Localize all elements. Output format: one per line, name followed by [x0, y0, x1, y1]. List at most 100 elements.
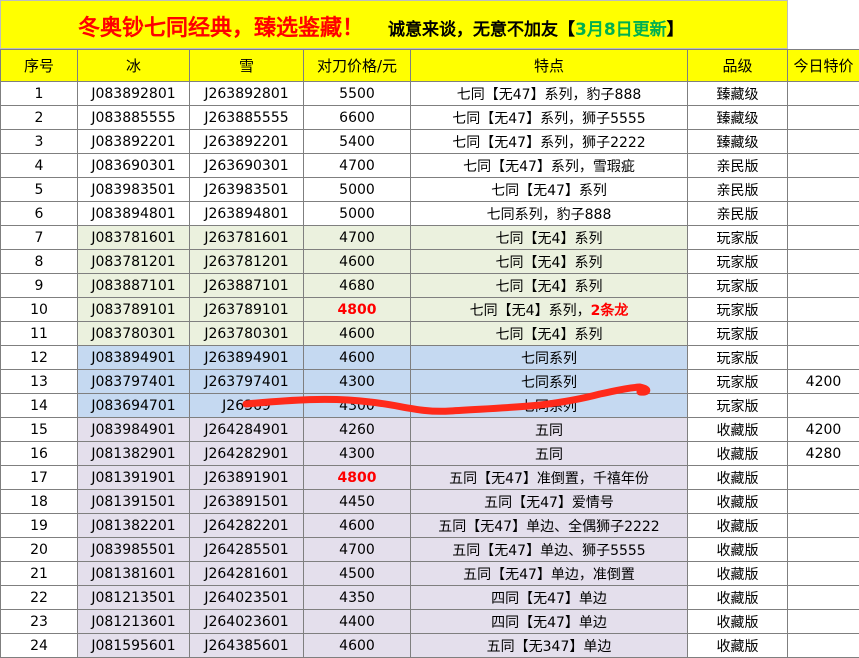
table-row: 11J083780301J2637803014600七同【无4】系列玩家版 [1, 322, 859, 346]
table-row: 3J083892201J2638922015400七同【无47】系列，狮子222… [1, 130, 859, 154]
feature-text: 七同系列 [521, 375, 577, 391]
cell-no: 14 [1, 394, 78, 418]
cell-snow-serial: J263797401 [190, 370, 304, 394]
cell-snow-serial: J264023601 [190, 610, 304, 634]
feature-text: 五同【无47】准倒置，千禧年份 [449, 471, 649, 487]
cell-no: 5 [1, 178, 78, 202]
cell-ice-serial: J081391501 [78, 490, 190, 514]
cell-price: 4700 [304, 154, 411, 178]
cell-special [788, 82, 859, 106]
cell-grade: 收藏版 [688, 610, 788, 634]
cell-price: 4500 [304, 562, 411, 586]
cell-special [788, 322, 859, 346]
table-row: 16J081382901J2642829014300五同收藏版4280 [1, 442, 859, 466]
cell-ice-serial: J083983501 [78, 178, 190, 202]
cell-special [788, 250, 859, 274]
cell-special [788, 202, 859, 226]
col-header-feature: 特点 [411, 50, 688, 82]
feature-text: 四同【无47】单边 [491, 591, 607, 607]
cell-grade: 收藏版 [688, 418, 788, 442]
cell-grade: 收藏版 [688, 490, 788, 514]
cell-ice-serial: J083797401 [78, 370, 190, 394]
cell-feature: 五同【无47】爱情号 [411, 490, 688, 514]
feature-text: 七同【无47】系列 [491, 183, 607, 199]
cell-grade: 玩家版 [688, 298, 788, 322]
cell-ice-serial: J083894801 [78, 202, 190, 226]
cell-grade: 玩家版 [688, 250, 788, 274]
cell-price: 4600 [304, 346, 411, 370]
cell-grade: 臻藏级 [688, 106, 788, 130]
cell-special [788, 466, 859, 490]
title-main: 冬奥钞七同经典，臻选鉴藏！ [78, 10, 364, 42]
cell-price: 4700 [304, 538, 411, 562]
cell-price: 4300 [304, 394, 411, 418]
cell-special [788, 274, 859, 298]
cell-special [788, 298, 859, 322]
cell-no: 9 [1, 274, 78, 298]
cell-ice-serial: J083780301 [78, 322, 190, 346]
cell-special: 4200 [788, 418, 859, 442]
cell-special [788, 538, 859, 562]
cell-feature: 五同 [411, 442, 688, 466]
cell-special [788, 562, 859, 586]
cell-price: 4600 [304, 514, 411, 538]
cell-price: 4600 [304, 322, 411, 346]
cell-no: 18 [1, 490, 78, 514]
cell-no: 8 [1, 250, 78, 274]
cell-feature: 七同【无4】系列 [411, 226, 688, 250]
cell-feature: 七同【无4】系列，2条龙 [411, 298, 688, 322]
cell-special [788, 610, 859, 634]
cell-snow-serial: J264281601 [190, 562, 304, 586]
feature-text: 五同 [535, 423, 563, 439]
cell-ice-serial: J083892201 [78, 130, 190, 154]
cell-special [788, 490, 859, 514]
cell-price: 4300 [304, 442, 411, 466]
cell-feature: 四同【无47】单边 [411, 586, 688, 610]
cell-snow-serial: J264023501 [190, 586, 304, 610]
feature-text: 七同【无47】系列，豹子888 [457, 87, 642, 103]
cell-grade: 收藏版 [688, 514, 788, 538]
cell-special [788, 514, 859, 538]
cell-grade: 收藏版 [688, 538, 788, 562]
feature-text: 五同【无347】单边 [487, 639, 612, 655]
table-row: 24J081595601J2643856014600五同【无347】单边收藏版 [1, 634, 859, 658]
cell-snow-serial: J264285501 [190, 538, 304, 562]
cell-snow-serial: J263894901 [190, 346, 304, 370]
cell-ice-serial: J081213601 [78, 610, 190, 634]
feature-text: 七同【无4】系列 [496, 231, 603, 247]
title-sub-prefix: 诚意来谈，无意不加友【 [388, 20, 575, 40]
cell-feature: 七同【无47】系列，狮子2222 [411, 130, 688, 154]
cell-grade: 亲民版 [688, 202, 788, 226]
title-sub: 诚意来谈，无意不加友【3月8日更新】 [388, 15, 684, 40]
feature-text: 四同【无47】单边 [491, 615, 607, 631]
cell-grade: 臻藏级 [688, 130, 788, 154]
col-header-snow: 雪 [190, 50, 304, 82]
cell-special [788, 178, 859, 202]
cell-ice-serial: J081213501 [78, 586, 190, 610]
cell-price: 4260 [304, 418, 411, 442]
cell-ice-serial: J081391901 [78, 466, 190, 490]
table-row: 14J083694701J263694300七同系列玩家版 [1, 394, 859, 418]
feature-text: 五同【无47】单边，准倒置 [463, 567, 635, 583]
cell-feature: 七同【无4】系列 [411, 274, 688, 298]
cell-no: 16 [1, 442, 78, 466]
cell-ice-serial: J083985501 [78, 538, 190, 562]
cell-feature: 五同【无47】单边、全偶狮子2222 [411, 514, 688, 538]
cell-no: 4 [1, 154, 78, 178]
cell-price: 4350 [304, 586, 411, 610]
feature-text: 七同【无4】系列 [496, 327, 603, 343]
cell-no: 17 [1, 466, 78, 490]
cell-ice-serial: J083781601 [78, 226, 190, 250]
cell-price: 4680 [304, 274, 411, 298]
feature-text: 七同【无4】系列， [470, 303, 591, 319]
table-header-row: 序号 冰 雪 对刀价格/元 特点 品级 今日特价 [1, 50, 859, 82]
table-row: 7J083781601J2637816014700七同【无4】系列玩家版 [1, 226, 859, 250]
table-row: 4J083690301J2636903014700七同【无47】系列，雪瑕疵亲民… [1, 154, 859, 178]
cell-feature: 七同【无47】系列，雪瑕疵 [411, 154, 688, 178]
feature-text: 五同【无47】单边、全偶狮子2222 [438, 519, 659, 535]
cell-price: 4600 [304, 250, 411, 274]
cell-no: 13 [1, 370, 78, 394]
cell-no: 19 [1, 514, 78, 538]
cell-grade: 臻藏级 [688, 82, 788, 106]
cell-feature: 五同【无47】单边、狮子5555 [411, 538, 688, 562]
